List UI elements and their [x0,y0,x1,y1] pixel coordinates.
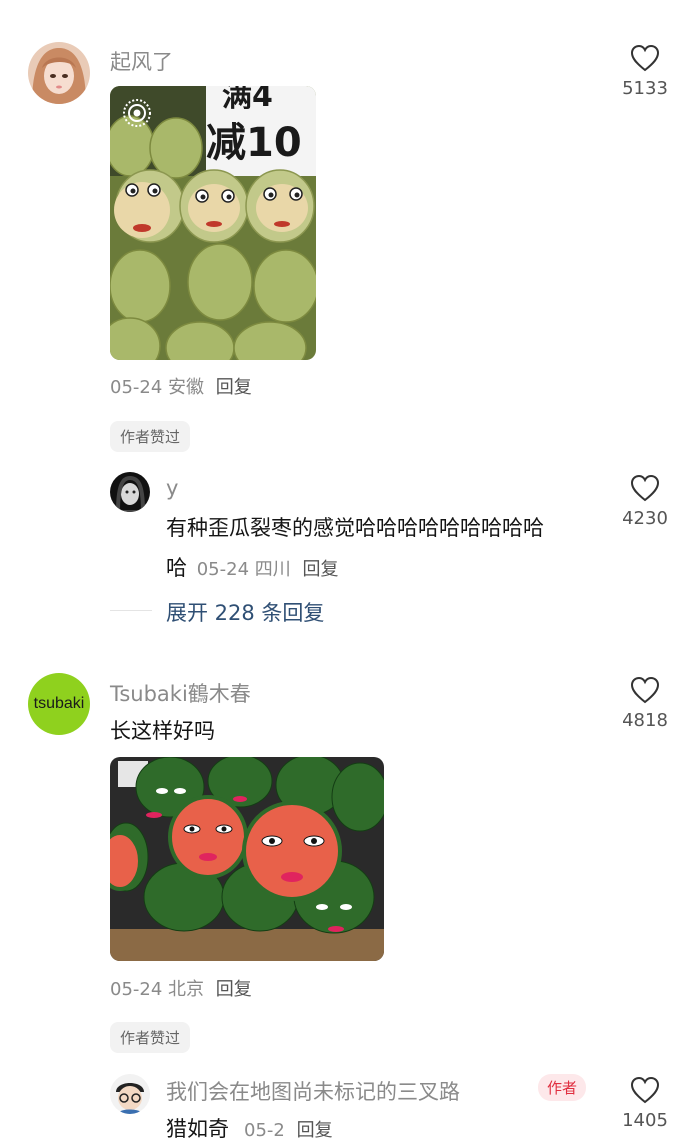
reply-location: 四川 [254,559,291,580]
reply-meta: 哈 05-24 四川 回复 [166,552,339,582]
reply-button[interactable]: 回复 [216,377,252,398]
like-count: 5133 [622,78,668,99]
reply-avatar[interactable] [110,472,150,512]
comment-location: 北京 [168,979,205,1000]
like-button[interactable]: 1405 [610,1076,680,1131]
divider [110,610,152,611]
reply-username[interactable]: 我们会在地图尚未标记的三叉路 [166,1076,460,1106]
reply-date: 05-2 [244,1120,285,1141]
like-button[interactable]: 4230 [610,474,680,529]
comment-date: 05-24 [110,979,163,1000]
like-count: 4230 [622,508,668,529]
like-button[interactable]: 4818 [610,676,680,731]
reply-date: 05-24 [196,559,250,580]
reply-button[interactable]: 回复 [303,559,339,580]
avatar[interactable]: tsubaki [28,673,90,735]
heart-icon [630,676,660,704]
reply-avatar[interactable] [110,1074,150,1114]
author-liked-badge: 作者赞过 [110,1022,191,1053]
comment-username[interactable]: Tsubaki鶴木春 [110,678,251,708]
avatar[interactable] [28,42,90,104]
comment-date: 05-24 [110,377,163,398]
like-count: 4818 [622,710,668,731]
like-count: 1405 [622,1110,668,1131]
heart-icon [630,474,660,502]
like-button[interactable]: 5133 [610,44,680,99]
reply-username[interactable]: y [166,476,178,500]
comment-location: 安徽 [168,377,205,398]
author-tag: 作者 [538,1074,587,1101]
reply-text: 有种歪瓜裂枣的感觉哈哈哈哈哈哈哈哈哈 [166,516,544,540]
sign-text-top: 满4 [222,86,273,114]
comment-meta: 05-24 北京 回复 [110,975,252,1001]
reply-text-continued: 哈 [166,556,187,580]
expand-replies-link[interactable]: 展开 228 条回复 [166,597,324,627]
reply-text: 猎如奇 [166,1117,229,1141]
avatar-text: tsubaki [33,695,85,712]
author-liked-badge: 作者赞过 [110,421,191,452]
sign-text-bottom: 减10 [206,120,302,166]
heart-icon [630,44,660,72]
reply-button[interactable]: 回复 [216,979,252,1000]
heart-icon [630,1076,660,1104]
comment-meta: 05-24 安徽 回复 [110,373,252,399]
comment-image-watermelons[interactable] [110,757,384,961]
reply-button[interactable]: 回复 [297,1120,333,1141]
comment-image-melons[interactable]: 满4 减10 [110,86,316,360]
comment-text: 长这样好吗 [110,719,215,743]
reply-meta: 05-2 回复 [244,1116,333,1142]
comment-username[interactable]: 起风了 [110,46,173,76]
